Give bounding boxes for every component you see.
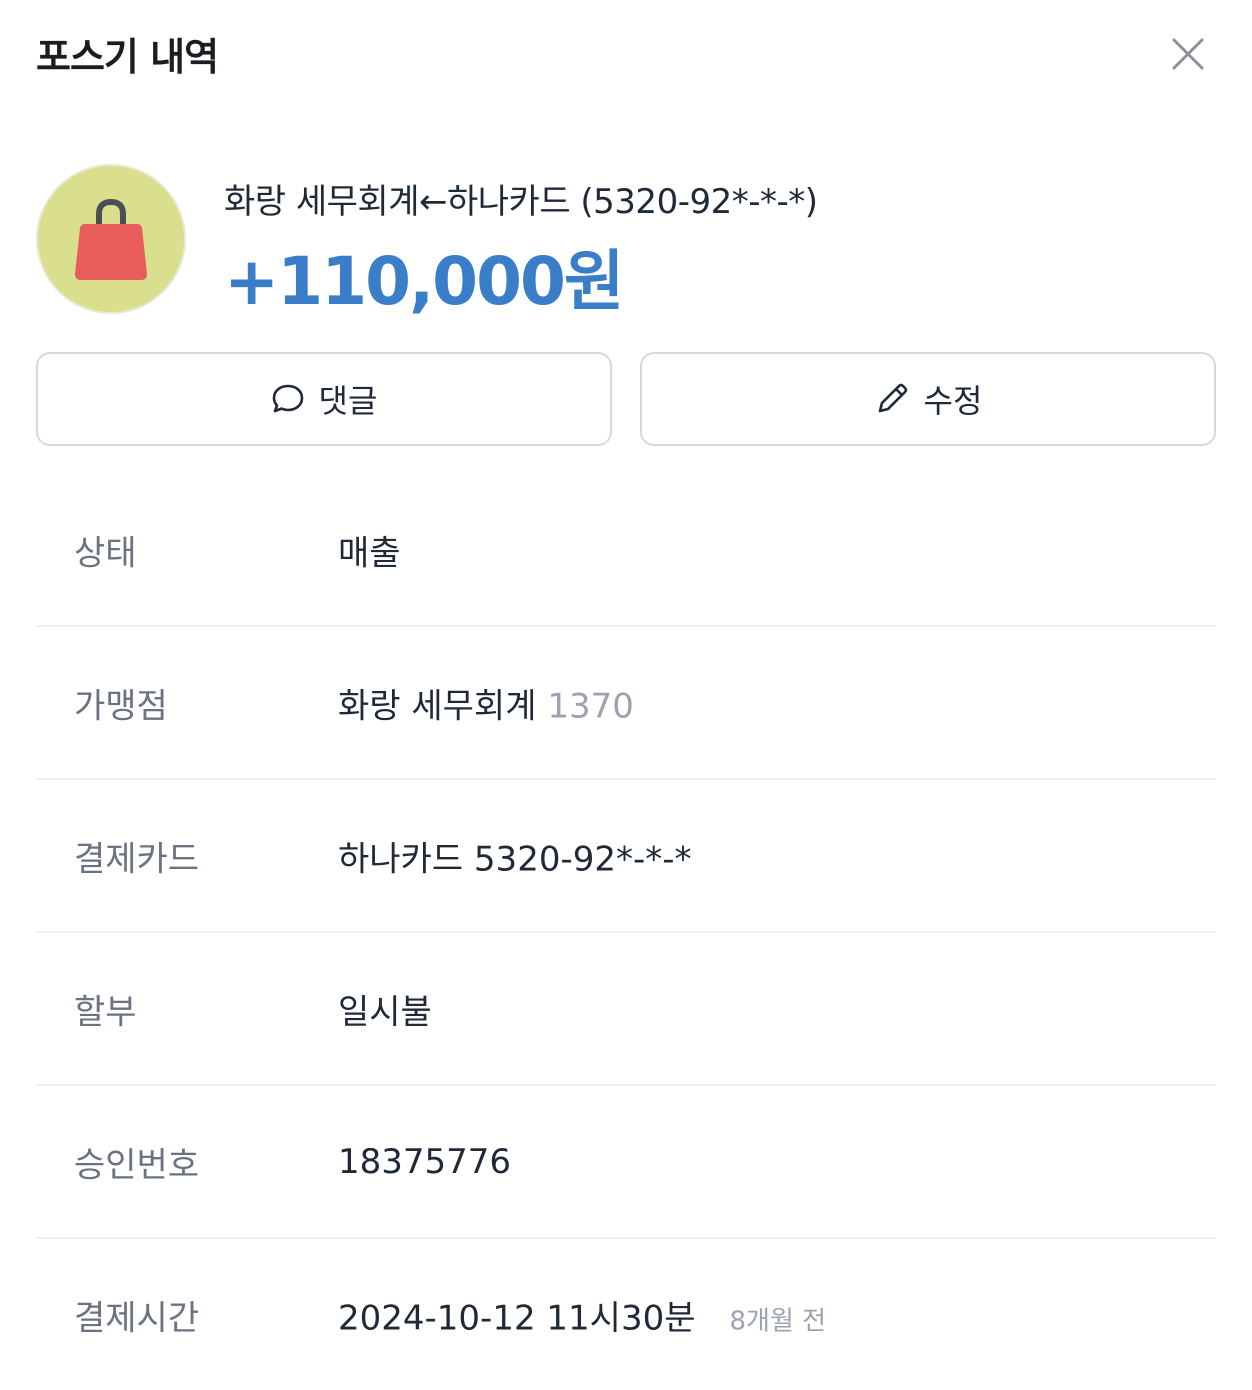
transaction-details: 상태 매출 가맹점 화랑 세무회계 1370 결제카드 하나카드 5320-92… <box>36 474 1216 1390</box>
edit-label: 수정 <box>923 382 983 420</box>
merchant-code: 1370 <box>547 686 634 726</box>
transaction-summary: 화랑 세무회계←하나카드 (5320-92*-*-*) +110,000원 <box>36 164 1216 320</box>
transaction-description: 화랑 세무회계←하나카드 (5320-92*-*-*) <box>224 182 818 222</box>
page-title: 포스기 내역 <box>36 35 219 79</box>
detail-row-card: 결제카드 하나카드 5320-92*-*-* <box>36 780 1216 933</box>
merchant-label: 가맹점 <box>74 686 168 726</box>
close-button[interactable] <box>1168 34 1208 74</box>
installment-value: 일시불 <box>338 992 432 1032</box>
detail-row-status: 상태 매출 <box>36 474 1216 627</box>
modal-header: 포스기 내역 <box>36 26 1216 86</box>
approval-number: 18375776 <box>338 1141 512 1182</box>
detail-row-installment: 할부 일시불 <box>36 933 1216 1086</box>
comment-button[interactable]: 댓글 <box>36 352 612 446</box>
approval-label: 승인번호 <box>74 1145 200 1185</box>
paid-at-relative: 8개월 전 <box>729 1306 827 1336</box>
detail-row-merchant: 가맹점 화랑 세무회계 1370 <box>36 627 1216 780</box>
merchant-value-group: 화랑 세무회계 1370 <box>338 678 634 727</box>
paid-at-label: 결제시간 <box>74 1298 200 1338</box>
merchant-name: 화랑 세무회계 <box>338 686 537 726</box>
detail-row-paid-at: 결제시간 2024-10-12 11시30분 8개월 전 <box>36 1239 1216 1390</box>
speech-bubble-icon <box>272 384 303 413</box>
card-label: 결제카드 <box>74 839 200 879</box>
detail-row-approval: 승인번호 18375776 <box>36 1086 1216 1239</box>
action-buttons: 댓글 수정 <box>36 352 1216 446</box>
card-value: 하나카드 5320-92*-*-* <box>338 839 692 879</box>
status-label: 상태 <box>74 533 137 573</box>
installment-label: 할부 <box>74 992 137 1032</box>
close-icon <box>1172 38 1204 70</box>
paid-at-value-group: 2024-10-12 11시30분 8개월 전 <box>338 1290 826 1339</box>
status-value: 매출 <box>338 533 401 573</box>
transaction-amount: +110,000원 <box>224 243 625 320</box>
avatar <box>36 164 186 314</box>
paid-at-datetime: 2024-10-12 11시30분 <box>338 1298 696 1338</box>
comment-label: 댓글 <box>318 382 378 420</box>
shopping-bag-icon <box>75 198 147 280</box>
pencil-icon <box>878 383 907 413</box>
edit-button[interactable]: 수정 <box>640 352 1216 446</box>
